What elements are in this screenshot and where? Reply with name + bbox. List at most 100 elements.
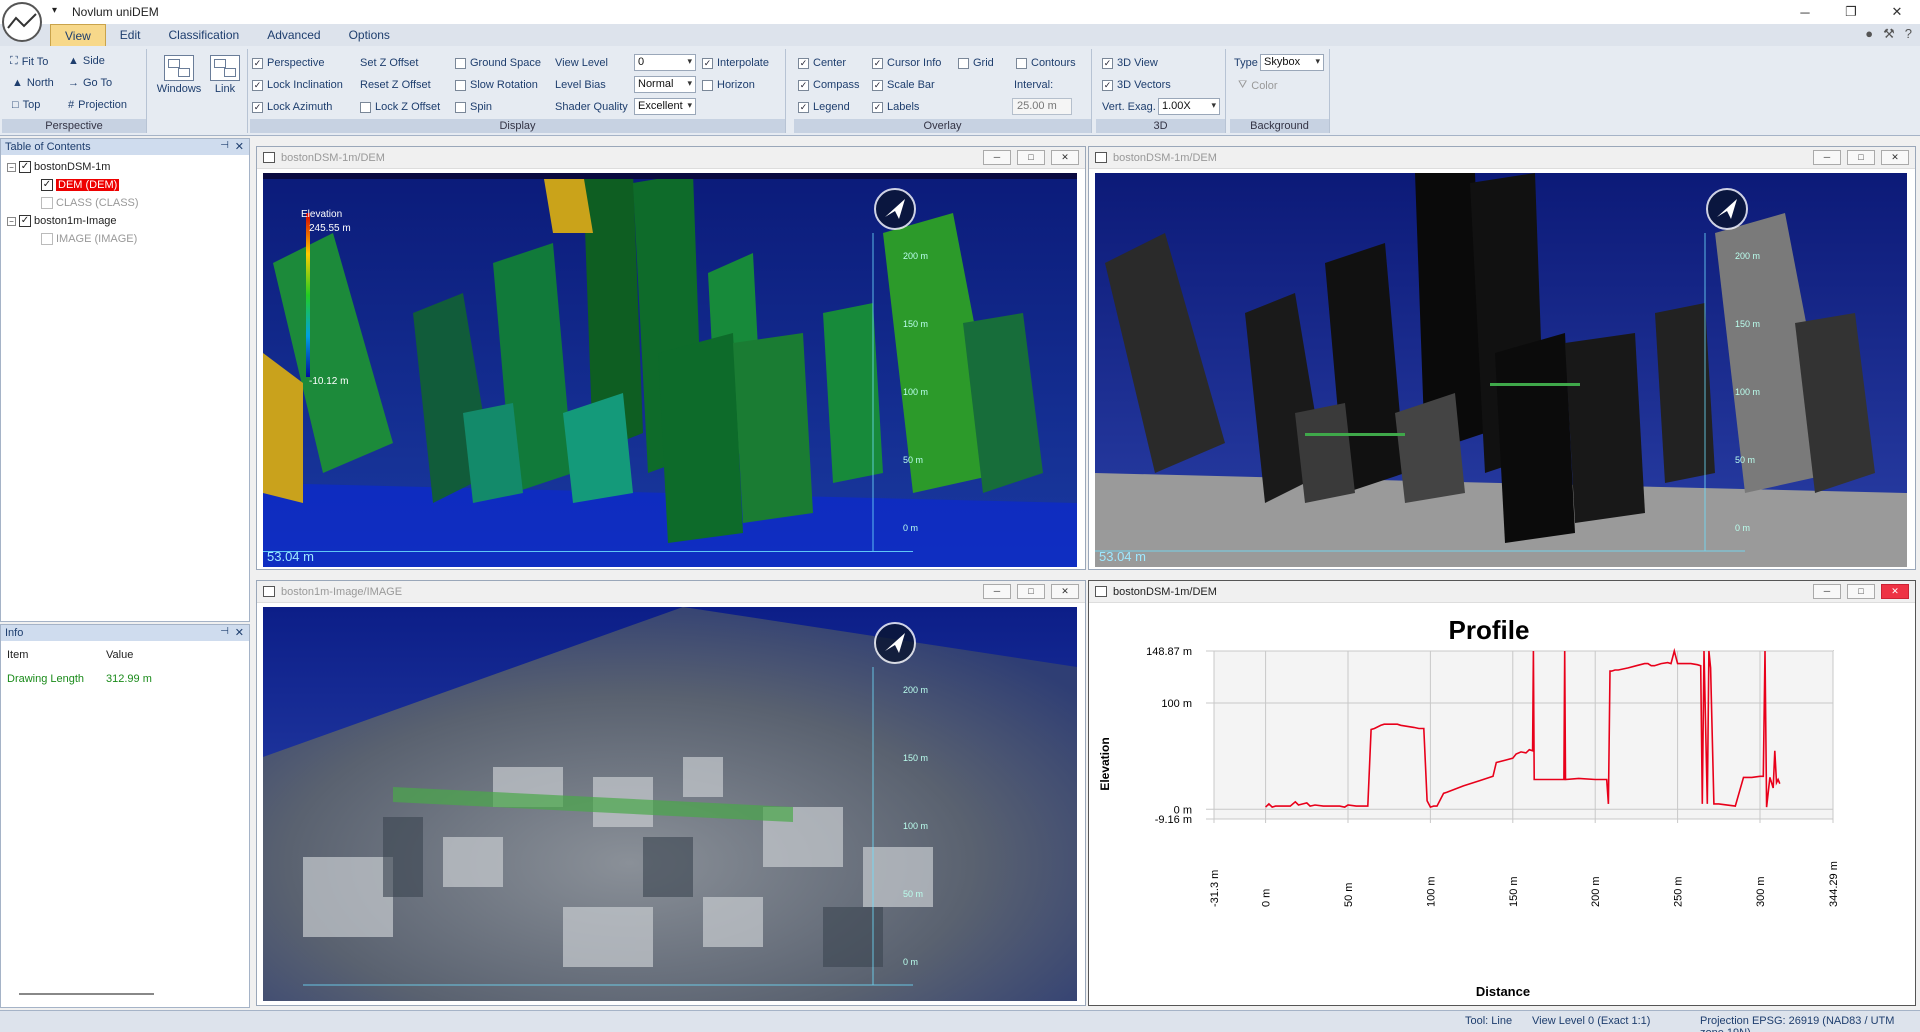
layer-child-row[interactable]: IMAGE (IMAGE): [41, 233, 137, 245]
collapse-icon[interactable]: −: [7, 162, 16, 172]
tick-label: 50 m: [903, 455, 924, 465]
window-title-bar: bostonDSM-1m/DEM ─ □ ✕: [1089, 581, 1915, 603]
elevation-legend-bar: [306, 213, 310, 377]
window-minimize-button[interactable]: ─: [1813, 584, 1841, 599]
layer-child-row[interactable]: CLASS (CLASS): [41, 197, 139, 209]
compass-icon[interactable]: [1706, 188, 1748, 230]
pin-icon[interactable]: ⊣: [220, 626, 229, 637]
collapse-icon[interactable]: −: [7, 216, 16, 226]
center-checkbox[interactable]: ✓ Center: [798, 57, 846, 69]
layer-checkbox[interactable]: [41, 233, 53, 245]
pin-icon[interactable]: ⊣: [220, 140, 229, 151]
close-icon[interactable]: ✕: [235, 626, 244, 639]
3d-viewport-image[interactable]: 200 m 150 m 100 m 50 m 0 m: [263, 607, 1077, 1001]
info-col-item: Item: [7, 649, 29, 661]
compass-icon[interactable]: [874, 188, 916, 230]
window-close-button[interactable]: ✕: [1051, 584, 1079, 599]
compass-icon[interactable]: [874, 622, 916, 664]
lock-inclination-checkbox[interactable]: ✓ Lock Inclination: [252, 79, 343, 91]
group-background: Type Skybox ⛛Color Background: [1230, 49, 1330, 133]
arrow-right-icon: →: [68, 77, 79, 89]
shader-quality-select[interactable]: Excellent: [634, 98, 696, 115]
horizon-checkbox[interactable]: Horizon: [702, 79, 755, 91]
title-bar: ▾ Novlum uniDEM ─ ❐ ✕: [0, 0, 1920, 24]
fit-to-button[interactable]: ⛶ Fit To: [10, 55, 48, 68]
window-close-button[interactable]: ✕: [1051, 150, 1079, 165]
3d-viewport-dem-gray[interactable]: 53.04 m 200 m 150 m 100 m 50 m 0 m: [1095, 173, 1907, 567]
layer-checkbox[interactable]: ✓: [41, 179, 53, 191]
quick-access-toolbar[interactable]: ▾: [52, 5, 57, 16]
top-button[interactable]: □ Top: [12, 99, 40, 111]
spin-checkbox[interactable]: Spin: [455, 101, 492, 113]
side-button[interactable]: ▲ Side: [68, 55, 105, 67]
slow-rotation-checkbox[interactable]: Slow Rotation: [455, 79, 538, 91]
window-close-button[interactable]: ✕: [1881, 150, 1909, 165]
3d-vectors-checkbox[interactable]: ✓ 3D Vectors: [1102, 79, 1171, 91]
perspective-checkbox[interactable]: ✓ Perspective: [252, 57, 324, 69]
link-button[interactable]: Link: [205, 55, 245, 95]
cursor-info-checkbox[interactable]: ✓ Cursor Info: [872, 57, 941, 69]
wrench-icon[interactable]: ⚒: [1883, 26, 1895, 42]
window-close-button[interactable]: ✕: [1881, 584, 1909, 599]
compass-checkbox[interactable]: ✓ Compass: [798, 79, 859, 91]
lock-z-offset-checkbox[interactable]: Lock Z Offset: [360, 101, 440, 113]
group-perspective: ⛶ Fit To ▲ Side ▲ North → Go To □ Top # Projec…: [2, 49, 147, 133]
contours-checkbox[interactable]: Contours: [1016, 57, 1076, 69]
legend-checkbox[interactable]: ✓ Legend: [798, 101, 850, 113]
3d-viewport-dem[interactable]: Elevation 245.55 m -10.12 m 53.04 m 200 …: [263, 173, 1077, 567]
tab-options[interactable]: Options: [335, 24, 404, 46]
window-maximize-button[interactable]: □: [1017, 584, 1045, 599]
projection-button[interactable]: # Projection: [68, 99, 127, 111]
color-button[interactable]: ⛛ Color: [1238, 79, 1278, 92]
status-bar: Tool: Line View Level 0 (Exact 1:1) Proj…: [0, 1010, 1920, 1032]
close-button[interactable]: ✕: [1874, 0, 1920, 24]
lock-azimuth-checkbox[interactable]: ✓ Lock Azimuth: [252, 101, 332, 113]
interval-field[interactable]: 25.00 m: [1012, 98, 1072, 115]
level-bias-label: Level Bias: [555, 79, 606, 91]
status-dot-icon: ●: [1865, 26, 1874, 41]
window-title-bar: bostonDSM-1m/DEM ─ □ ✕: [1089, 147, 1915, 169]
layer-checkbox[interactable]: ✓: [19, 215, 31, 227]
scrollbar[interactable]: [19, 993, 154, 995]
group-overlay: ✓ Center ✓ Compass ✓ Legend ✓ Cursor Info ✓ S…: [794, 49, 1092, 133]
vert-exag-select[interactable]: 1.00X: [1158, 98, 1220, 115]
labels-checkbox[interactable]: ✓ Labels: [872, 101, 919, 113]
view-level-select[interactable]: 0: [634, 54, 696, 71]
grid-checkbox[interactable]: Grid: [958, 57, 994, 69]
x-axis-label: Distance: [1476, 984, 1530, 999]
close-icon[interactable]: ✕: [235, 140, 244, 153]
layer-row[interactable]: − ✓ boston1m-Image: [7, 215, 117, 227]
profile-chart[interactable]: Profile Distance Elevation -31.3 m 0 m 50 …: [1089, 604, 1915, 1006]
window-minimize-button[interactable]: ─: [983, 150, 1011, 165]
layer-child-row[interactable]: ✓ DEM (DEM): [41, 179, 120, 191]
windows-button[interactable]: Windows: [154, 55, 204, 95]
minimize-button[interactable]: ─: [1782, 0, 1828, 24]
set-z-offset-button[interactable]: Set Z Offset: [360, 57, 419, 69]
go-to-button[interactable]: → Go To: [68, 77, 112, 89]
3d-view-checkbox[interactable]: ✓ 3D View: [1102, 57, 1158, 69]
tab-advanced[interactable]: Advanced: [253, 24, 334, 46]
tab-edit[interactable]: Edit: [106, 24, 155, 46]
help-button[interactable]: ?: [1905, 26, 1912, 42]
north-button[interactable]: ▲ North: [12, 77, 54, 89]
tab-view[interactable]: View: [50, 24, 106, 46]
layer-checkbox[interactable]: [41, 197, 53, 209]
window-minimize-button[interactable]: ─: [983, 584, 1011, 599]
background-type-select[interactable]: Skybox: [1260, 54, 1324, 71]
y-tick-label: 148.87 m: [1146, 646, 1192, 658]
scale-bar-checkbox[interactable]: ✓ Scale Bar: [872, 79, 935, 91]
layer-row[interactable]: − ✓ bostonDSM-1m: [7, 161, 110, 173]
shader-quality-label: Shader Quality: [555, 101, 628, 113]
window-maximize-button[interactable]: □: [1847, 584, 1875, 599]
reset-z-offset-button[interactable]: Reset Z Offset: [360, 79, 431, 91]
layer-checkbox[interactable]: ✓: [19, 161, 31, 173]
window-minimize-button[interactable]: ─: [1813, 150, 1841, 165]
ground-space-checkbox[interactable]: Ground Space: [455, 57, 541, 69]
window-maximize-button[interactable]: □: [1847, 150, 1875, 165]
app-logo-icon[interactable]: [2, 2, 42, 42]
tab-classification[interactable]: Classification: [154, 24, 253, 46]
window-maximize-button[interactable]: □: [1017, 150, 1045, 165]
level-bias-select[interactable]: Normal: [634, 76, 696, 93]
interpolate-checkbox[interactable]: ✓ Interpolate: [702, 57, 769, 69]
maximize-button[interactable]: ❐: [1828, 0, 1874, 24]
